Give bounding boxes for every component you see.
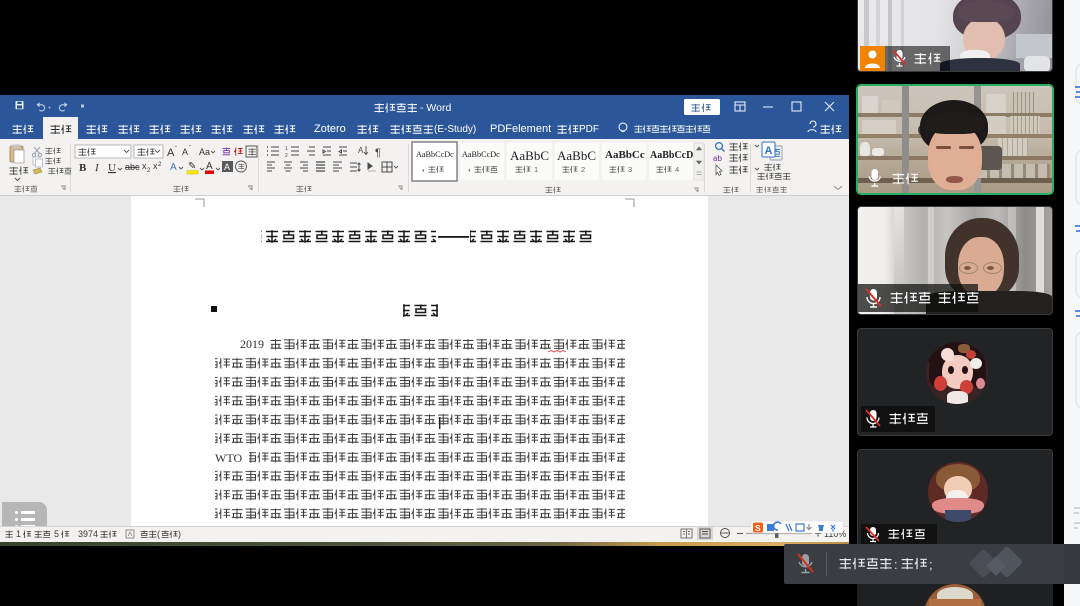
svg-text:abc: abc <box>125 162 140 172</box>
svg-text:ab: ab <box>713 154 722 163</box>
svg-text:A: A <box>182 147 188 157</box>
svg-text:I: I <box>94 162 100 174</box>
svg-text:1: 1 <box>16 529 21 539</box>
svg-text:- Word: - Word <box>420 102 451 114</box>
svg-text:¶: ¶ <box>375 147 381 159</box>
svg-text:4: 4 <box>675 165 679 174</box>
svg-text::: : <box>894 557 898 572</box>
svg-text:A: A <box>765 145 773 157</box>
svg-text:1: 1 <box>534 165 538 174</box>
svg-text:;: ; <box>929 557 933 572</box>
svg-text:2019: 2019 <box>240 337 264 351</box>
svg-text:ˇ: ˇ <box>189 146 191 152</box>
svg-text:A: A <box>224 162 230 172</box>
svg-text:AaBbC: AaBbC <box>510 148 549 163</box>
svg-text:): ) <box>178 529 181 539</box>
svg-text:1: 1 <box>285 146 288 152</box>
svg-text:AaBbCc: AaBbCc <box>605 149 645 161</box>
svg-text:B: B <box>79 162 87 174</box>
svg-text:2: 2 <box>581 165 585 174</box>
svg-text:3974: 3974 <box>78 529 98 539</box>
svg-text:ˇ: ˇ <box>175 147 177 153</box>
svg-text:2: 2 <box>158 162 162 168</box>
svg-text:U: U <box>108 162 116 174</box>
svg-text:2: 2 <box>147 168 151 174</box>
svg-text:AaBbCcDc: AaBbCcDc <box>462 150 500 159</box>
svg-text:S: S <box>755 523 761 533</box>
svg-text:(E-Study): (E-Study) <box>434 124 476 135</box>
svg-text:PDF: PDF <box>579 124 599 135</box>
svg-text:WTO: WTO <box>215 451 242 465</box>
svg-text:A: A <box>170 162 177 173</box>
svg-text:A: A <box>358 146 364 155</box>
svg-text:3: 3 <box>628 165 632 174</box>
svg-text:A: A <box>167 147 175 159</box>
svg-text:A: A <box>206 161 213 172</box>
svg-text:PDFelement: PDFelement <box>490 123 551 135</box>
svg-text:5: 5 <box>54 529 59 539</box>
svg-text:(: ( <box>157 529 160 539</box>
svg-text:2: 2 <box>285 153 288 159</box>
svg-text:AaBbC: AaBbC <box>557 148 596 163</box>
svg-text:AaBbCcD: AaBbCcD <box>650 150 693 161</box>
svg-text:Zotero: Zotero <box>314 123 346 135</box>
svg-text:AaBbCcDc: AaBbCcDc <box>416 150 454 159</box>
svg-text:Aa: Aa <box>199 147 210 157</box>
